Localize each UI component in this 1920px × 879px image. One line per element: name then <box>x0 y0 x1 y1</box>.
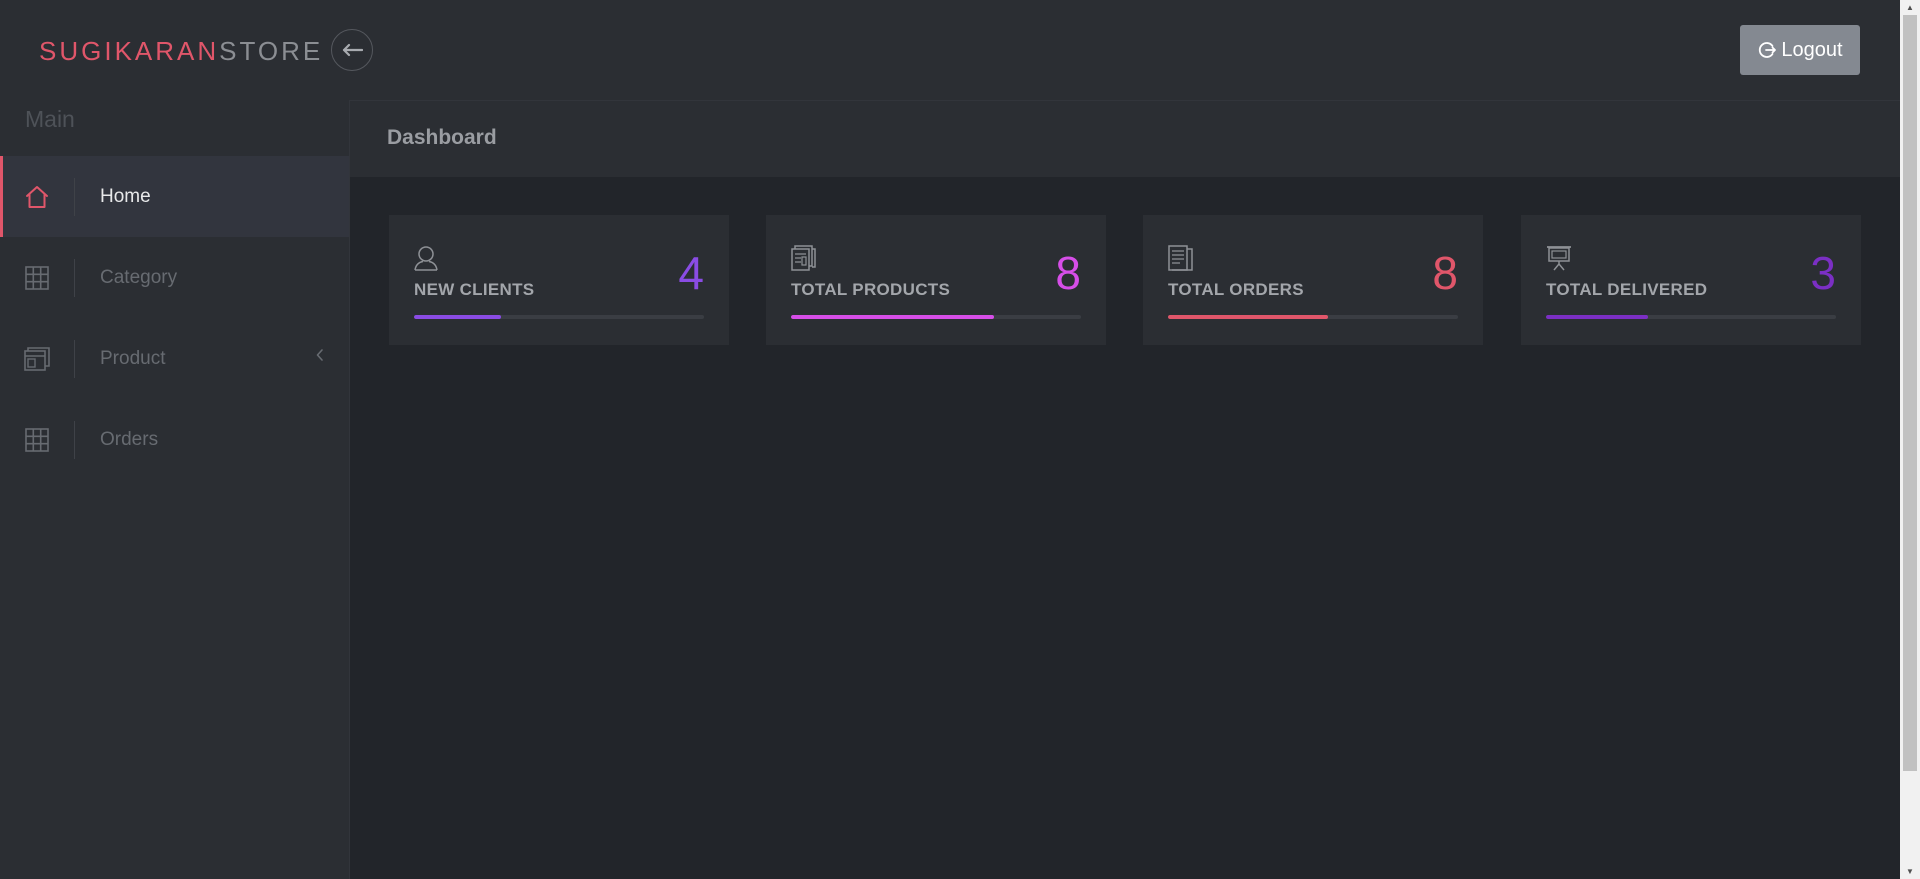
arrow-left-icon <box>342 43 363 57</box>
brand-name-part2: STORE <box>219 36 324 66</box>
logout-label: Logout <box>1781 38 1843 61</box>
progress-fill <box>1546 315 1648 319</box>
home-icon <box>24 184 50 210</box>
scroll-up-arrow-icon[interactable]: ▲ <box>1900 0 1920 15</box>
stat-value: 8 <box>1432 247 1458 299</box>
brand-name-part1: SUGIKARAN <box>39 36 220 66</box>
window-icon <box>24 346 50 372</box>
nav-separator <box>74 339 75 378</box>
stat-card-total-orders[interactable]: TOTAL ORDERS 8 <box>1143 215 1483 345</box>
sidebar-toggle-button[interactable] <box>331 29 373 71</box>
sidebar: Main Home Category Product Orders <box>0 100 350 879</box>
stat-card-total-delivered[interactable]: TOTAL DELIVERED 3 <box>1521 215 1861 345</box>
user-icon <box>414 245 438 276</box>
sidebar-item-orders[interactable]: Orders <box>0 399 349 480</box>
sidebar-item-product[interactable]: Product <box>0 318 349 399</box>
chevron-left-icon[interactable] <box>315 346 325 367</box>
stat-value: 8 <box>1055 247 1081 299</box>
product-icon <box>791 245 817 276</box>
top-header: SUGIKARANSTORE Logout <box>0 0 1900 101</box>
progress-track <box>791 315 1081 319</box>
stat-value: 3 <box>1810 247 1836 299</box>
logout-icon <box>1759 42 1777 58</box>
page-scrollbar[interactable]: ▲ ▼ <box>1900 0 1920 879</box>
nav-separator <box>74 420 75 459</box>
stat-label: TOTAL DELIVERED <box>1546 280 1708 299</box>
sidebar-item-category[interactable]: Category <box>0 237 349 318</box>
progress-track <box>1168 315 1458 319</box>
app: SUGIKARANSTORE Logout Main Home Category… <box>0 0 1900 879</box>
document-icon <box>1168 245 1194 276</box>
sidebar-item-label: Orders <box>100 428 159 450</box>
sidebar-section-title: Main <box>25 106 75 132</box>
sidebar-item-home[interactable]: Home <box>0 156 349 237</box>
stat-label: TOTAL ORDERS <box>1168 280 1304 299</box>
page-title: Dashboard <box>387 126 497 149</box>
sidebar-item-label: Home <box>100 185 151 207</box>
presentation-icon <box>1546 245 1572 276</box>
progress-track <box>414 315 704 319</box>
progress-fill <box>791 315 994 319</box>
stat-card-new-clients[interactable]: NEW CLIENTS 4 <box>389 215 729 345</box>
stat-value: 4 <box>678 247 704 299</box>
nav-separator <box>74 258 75 297</box>
scrollbar-thumb[interactable] <box>1903 15 1917 771</box>
brand-logo[interactable]: SUGIKARANSTORE <box>39 36 323 67</box>
logout-button[interactable]: Logout <box>1740 25 1860 75</box>
stat-card-total-products[interactable]: TOTAL PRODUCTS 8 <box>766 215 1106 345</box>
scroll-down-arrow-icon[interactable]: ▼ <box>1900 864 1920 879</box>
progress-track <box>1546 315 1836 319</box>
progress-fill <box>1168 315 1328 319</box>
stat-label: NEW CLIENTS <box>414 280 535 299</box>
sidebar-item-label: Category <box>100 266 178 288</box>
sidebar-item-label: Product <box>100 347 166 369</box>
page-header: Dashboard <box>350 101 1900 177</box>
nav-separator <box>74 177 75 216</box>
progress-fill <box>414 315 501 319</box>
grid-icon <box>24 265 50 291</box>
stat-label: TOTAL PRODUCTS <box>791 280 951 299</box>
grid-icon <box>24 427 50 453</box>
